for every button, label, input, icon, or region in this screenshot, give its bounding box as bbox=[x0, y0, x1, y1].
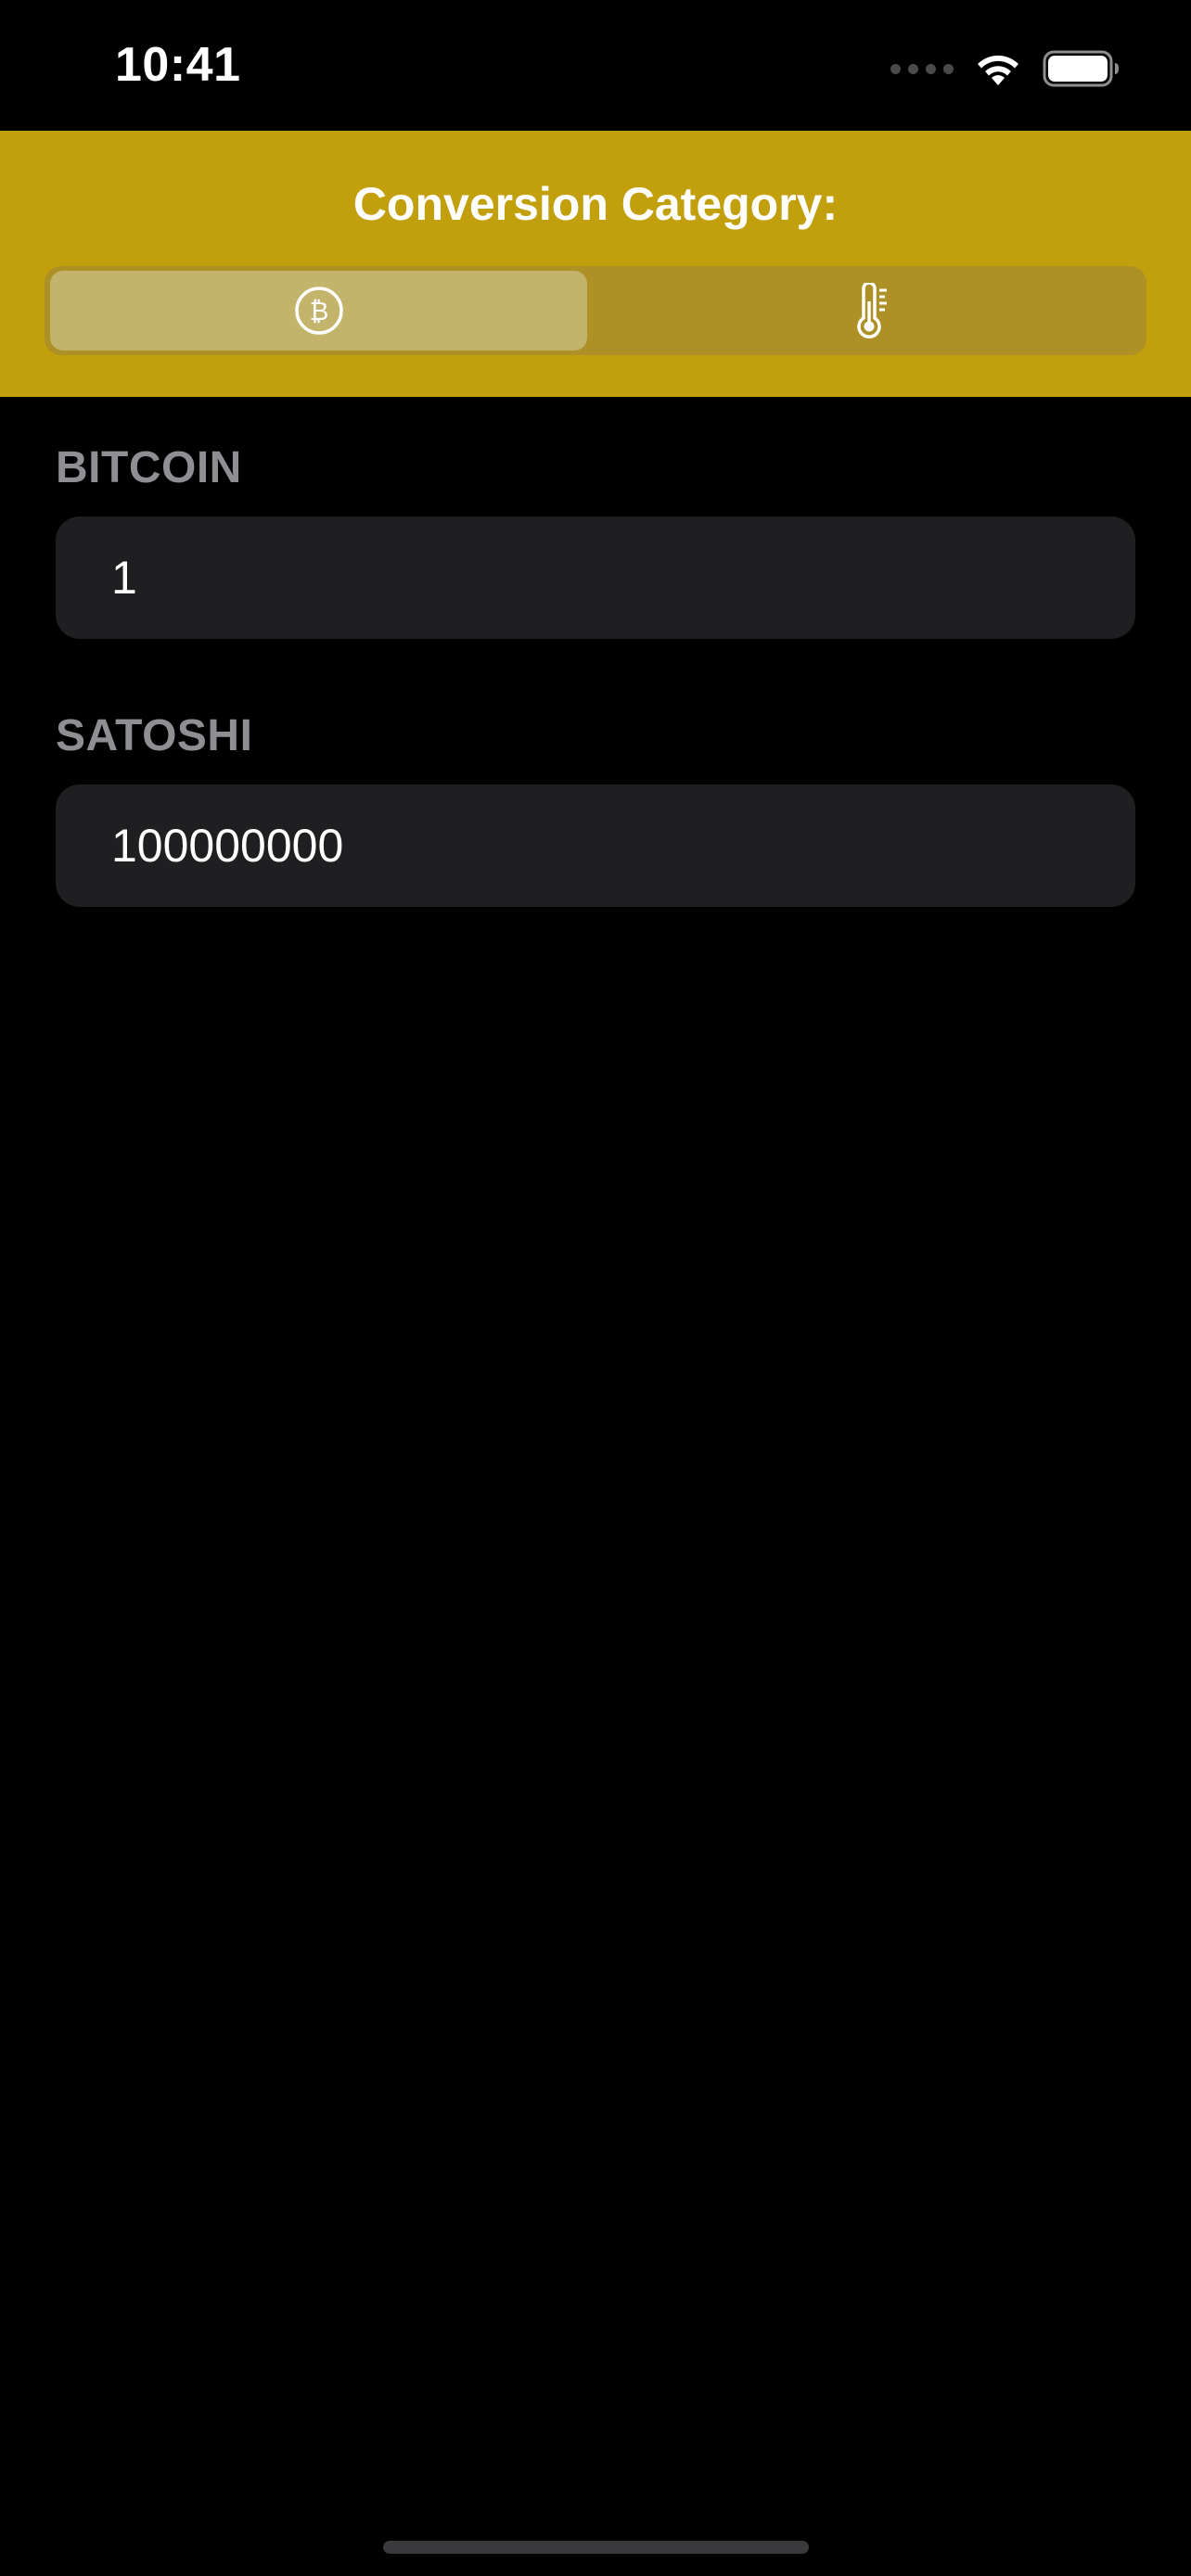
header-title: Conversion Category: bbox=[352, 178, 839, 230]
conversion-header: Conversion Category: ₿ bbox=[0, 131, 1191, 397]
segment-bitcoin[interactable]: ₿ bbox=[50, 271, 587, 351]
svg-text:₿: ₿ bbox=[309, 296, 328, 326]
cellular-signal-icon bbox=[890, 63, 954, 74]
bitcoin-input[interactable] bbox=[111, 551, 1135, 605]
bitcoin-label: BITCOIN bbox=[56, 443, 242, 492]
battery-icon bbox=[1043, 50, 1119, 87]
status-icons bbox=[890, 48, 1121, 89]
thermometer-icon bbox=[856, 283, 887, 338]
segment-temperature[interactable] bbox=[604, 271, 1141, 351]
status-time: 10:41 bbox=[115, 38, 241, 92]
category-segmented-control: ₿ bbox=[45, 266, 1146, 355]
bitcoin-icon: ₿ bbox=[294, 287, 343, 335]
bitcoin-field-container bbox=[56, 516, 1135, 639]
satoshi-label: SATOSHI bbox=[56, 711, 253, 760]
satoshi-input[interactable] bbox=[111, 819, 1135, 873]
status-bar: 10:41 bbox=[0, 0, 1191, 131]
home-indicator bbox=[383, 2541, 809, 2554]
satoshi-field-container bbox=[56, 784, 1135, 907]
wifi-icon bbox=[978, 55, 1018, 85]
